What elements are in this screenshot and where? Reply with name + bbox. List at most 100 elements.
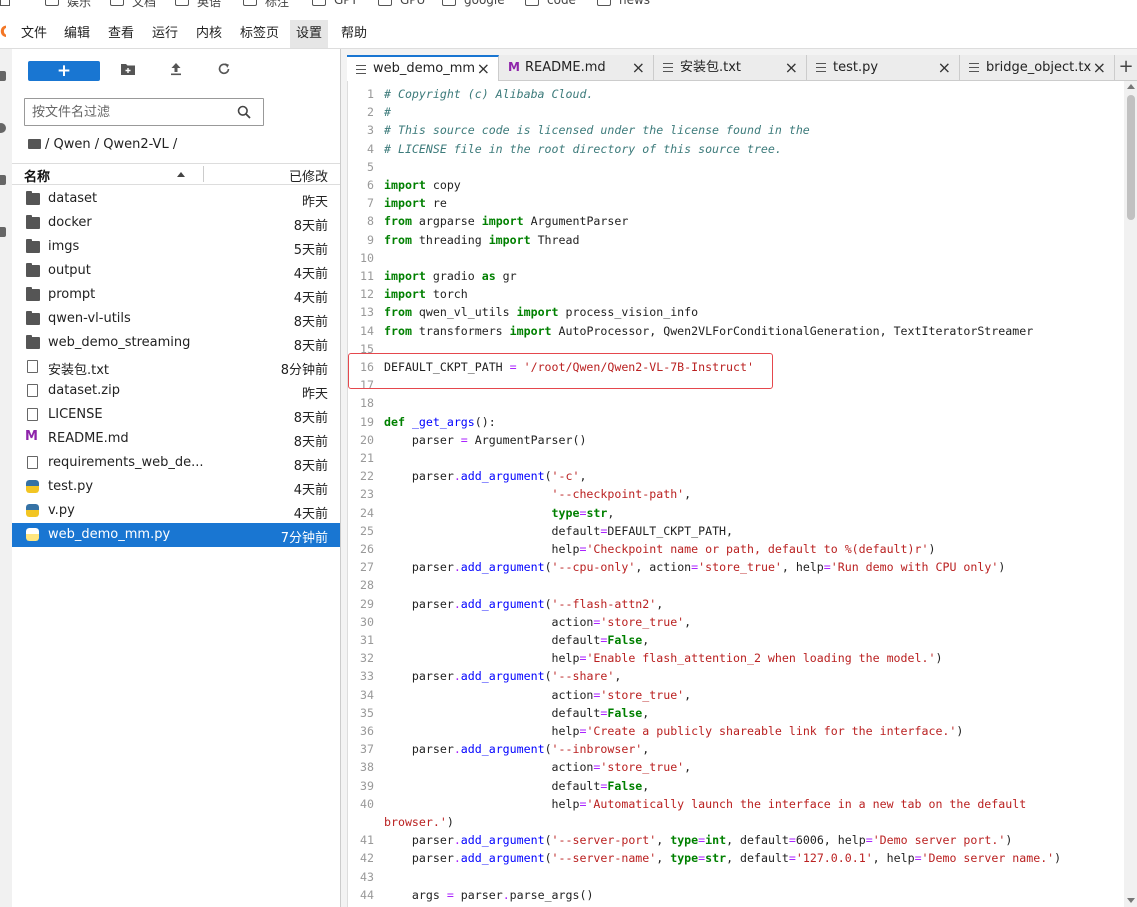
editor-scrollbar[interactable] <box>1124 81 1137 907</box>
menu-item[interactable]: 内核 <box>190 20 228 48</box>
code-line[interactable]: 30 action='store_true', <box>348 613 1118 631</box>
column-name-header[interactable]: 名称 <box>24 166 50 185</box>
file-row[interactable]: dataset 昨天 <box>12 187 340 211</box>
code-line[interactable]: 1 # Copyright (c) Alibaba Cloud. <box>348 85 1118 103</box>
menu-item[interactable]: 标签页 <box>234 20 285 48</box>
scroll-thumb[interactable] <box>1127 95 1135 220</box>
file-row[interactable]: prompt 4天前 <box>12 283 340 307</box>
close-tab-icon[interactable]: × <box>477 57 490 81</box>
code-line[interactable]: 38 action='store_true', <box>348 758 1118 776</box>
code-line[interactable]: 11 import gradio as gr <box>348 267 1118 285</box>
file-row[interactable]: output 4天前 <box>12 259 340 283</box>
close-tab-icon[interactable]: × <box>938 55 951 81</box>
menu-item[interactable]: 设置 <box>290 20 329 48</box>
bookmark-item[interactable]: code <box>525 0 576 11</box>
apps-shortcut[interactable] <box>0 0 10 11</box>
file-browser-activity-icon[interactable] <box>0 71 6 81</box>
running-activity-icon[interactable] <box>0 123 6 133</box>
breadcrumb[interactable]: / Qwen / Qwen2-VL / <box>28 136 177 152</box>
code-line[interactable]: 8 from argparse import ArgumentParser <box>348 212 1118 230</box>
code-line[interactable]: 3 # This source code is licensed under th… <box>348 121 1118 139</box>
code-line[interactable]: 41 parser.add_argument('--server-port', … <box>348 831 1118 849</box>
code-line[interactable]: 26 help='Checkpoint name or path, defaul… <box>348 540 1118 558</box>
code-line[interactable]: 5 <box>348 158 1118 176</box>
bookmark-item[interactable]: 娱乐 <box>45 0 91 11</box>
code-line[interactable]: 35 default=False, <box>348 704 1118 722</box>
file-row[interactable]: web_demo_mm.py 7分钟前 <box>12 523 340 547</box>
bookmark-item[interactable]: google <box>442 0 505 11</box>
commands-activity-icon[interactable] <box>0 175 6 185</box>
scroll-down-icon[interactable] <box>1127 898 1135 903</box>
code-line[interactable]: 39 default=False, <box>348 777 1118 795</box>
code-line[interactable]: 34 action='store_true', <box>348 686 1118 704</box>
home-folder-icon[interactable] <box>28 139 41 149</box>
code-line[interactable]: 4 # LICENSE file in the root directory of… <box>348 140 1118 158</box>
menu-item[interactable]: 文件 <box>15 20 53 48</box>
code-editor[interactable]: 1 # Copyright (c) Alibaba Cloud. 2 #3 # This… <box>347 81 1137 907</box>
close-tab-icon[interactable]: × <box>785 55 798 81</box>
code-line[interactable]: 32 help='Enable flash_attention_2 when l… <box>348 649 1118 667</box>
menu-item[interactable]: 运行 <box>146 20 184 48</box>
editor-tab[interactable]: M README.md × <box>499 55 654 81</box>
code-line[interactable]: 2 # <box>348 103 1118 121</box>
upload-button[interactable] <box>167 62 185 80</box>
code-line[interactable]: 24 type=str, <box>348 504 1118 522</box>
code-line[interactable]: 19 def _get_args(): <box>348 413 1118 431</box>
code-line[interactable]: 31 default=False, <box>348 631 1118 649</box>
close-tab-icon[interactable]: × <box>632 55 645 81</box>
file-row[interactable]: qwen-vl-utils 8天前 <box>12 307 340 331</box>
editor-tab[interactable]: bridge_object.txt × <box>960 55 1115 81</box>
code-line[interactable]: 42 parser.add_argument('--server-name', … <box>348 849 1118 867</box>
code-line[interactable]: 40 help='Automatically launch the interf… <box>348 795 1118 813</box>
column-modified-header[interactable]: 已修改 <box>289 166 328 185</box>
code-line[interactable]: 10 <box>348 249 1118 267</box>
file-row[interactable]: LICENSE 8天前 <box>12 403 340 427</box>
code-line[interactable]: browser.') <box>348 813 1118 831</box>
close-tab-icon[interactable]: × <box>1093 55 1106 81</box>
file-row[interactable]: requirements_web_de... 8天前 <box>12 451 340 475</box>
code-line[interactable]: 22 parser.add_argument('-c', <box>348 467 1118 485</box>
code-line[interactable]: 12 import torch <box>348 285 1118 303</box>
code-line[interactable]: 20 parser = ArgumentParser() <box>348 431 1118 449</box>
new-launcher-button[interactable]: + <box>28 61 100 81</box>
extensions-activity-icon[interactable] <box>0 227 6 237</box>
file-row[interactable]: docker 8天前 <box>12 211 340 235</box>
code-line[interactable]: 14 from transformers import AutoProcessor… <box>348 322 1118 340</box>
menu-item[interactable]: 编辑 <box>58 20 96 48</box>
code-line[interactable]: 29 parser.add_argument('--flash-attn2', <box>348 595 1118 613</box>
code-line[interactable]: 21 <box>348 449 1118 467</box>
file-row[interactable]: v.py 4天前 <box>12 499 340 523</box>
bookmark-item[interactable]: GPU <box>378 0 425 11</box>
file-row[interactable]: web_demo_streaming 8天前 <box>12 331 340 355</box>
bookmark-item[interactable]: 英语 <box>175 0 221 11</box>
breadcrumb-path[interactable]: / Qwen / Qwen2-VL / <box>45 137 177 152</box>
new-folder-button[interactable] <box>119 62 137 80</box>
editor-tab[interactable]: web_demo_mm. × <box>347 55 499 81</box>
code-line[interactable]: 43 <box>348 868 1118 886</box>
code-line[interactable]: 28 <box>348 576 1118 594</box>
code-line[interactable]: 44 args = parser.parse_args() <box>348 886 1118 904</box>
code-line[interactable]: 27 parser.add_argument('--cpu-only', act… <box>348 558 1118 576</box>
editor-tab[interactable]: test.py × <box>807 55 960 81</box>
refresh-button[interactable] <box>215 62 233 80</box>
file-row[interactable]: 安装包.txt 8分钟前 <box>12 355 340 379</box>
file-row[interactable]: M README.md 8天前 <box>12 427 340 451</box>
search-icon[interactable] <box>237 105 251 119</box>
code-line[interactable]: 7 import re <box>348 194 1118 212</box>
code-line[interactable]: 25 default=DEFAULT_CKPT_PATH, <box>348 522 1118 540</box>
bookmark-item[interactable]: 文档 <box>110 0 156 11</box>
code-line[interactable]: 37 parser.add_argument('--inbrowser', <box>348 740 1118 758</box>
code-line[interactable]: 6 import copy <box>348 176 1118 194</box>
code-line[interactable]: 18 <box>348 394 1118 412</box>
menu-item[interactable]: 帮助 <box>335 20 373 48</box>
file-row[interactable]: test.py 4天前 <box>12 475 340 499</box>
code-line[interactable]: 33 parser.add_argument('--share', <box>348 667 1118 685</box>
code-line[interactable]: 13 from qwen_vl_utils import process_visi… <box>348 303 1118 321</box>
menu-item[interactable]: 查看 <box>102 20 140 48</box>
code-line[interactable]: 9 from threading import Thread <box>348 231 1118 249</box>
code-line[interactable]: 23 '--checkpoint-path', <box>348 485 1118 503</box>
code-line[interactable]: 36 help='Create a publicly shareable lin… <box>348 722 1118 740</box>
bookmark-item[interactable]: GPT <box>312 0 358 11</box>
editor-tab[interactable]: 安装包.txt × <box>654 55 807 81</box>
file-row[interactable]: imgs 5天前 <box>12 235 340 259</box>
